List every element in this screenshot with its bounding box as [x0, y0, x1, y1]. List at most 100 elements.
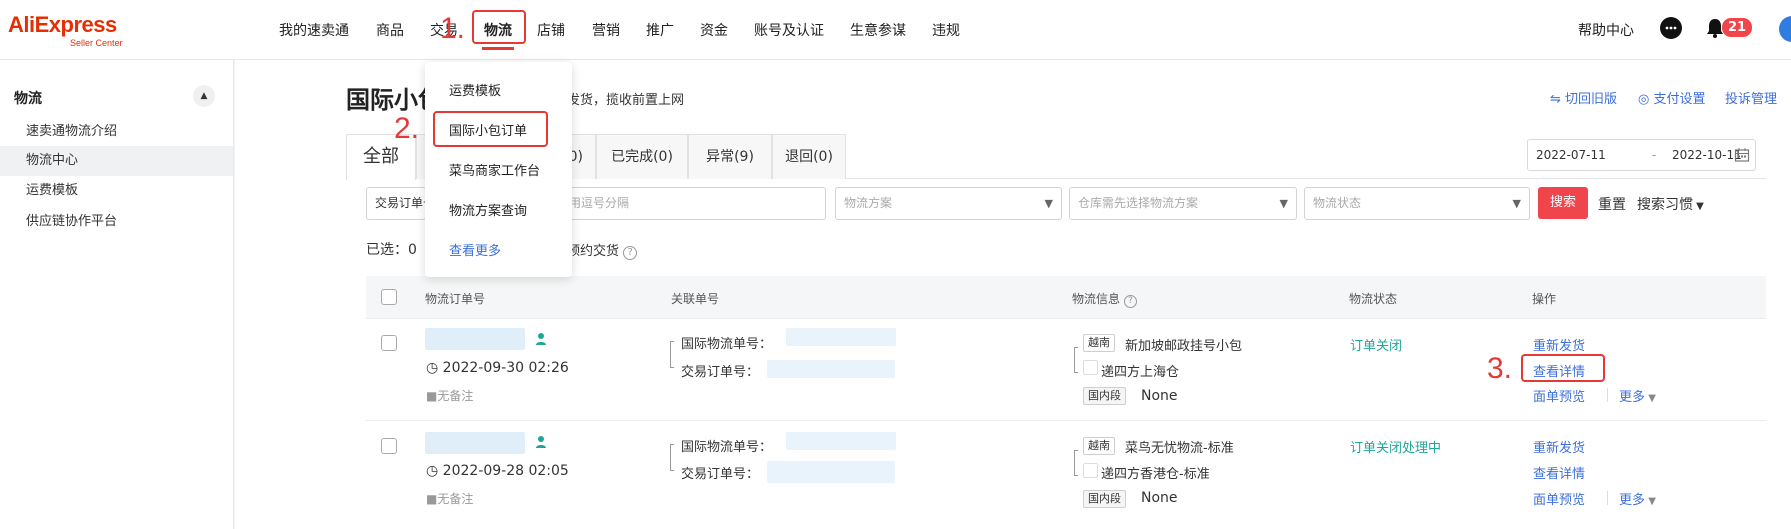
domestic-tag: 国内段: [1083, 490, 1126, 508]
tree-bracket: [670, 341, 674, 368]
intl-parcel-orders-highlight: [433, 111, 548, 147]
logistics-status-select[interactable]: 物流状态 ▼: [1304, 187, 1530, 220]
redacted-order-number: [425, 432, 525, 454]
help-icon[interactable]: ?: [1123, 295, 1137, 308]
row-checkbox[interactable]: [381, 438, 397, 454]
sidebar: 物流 ▲ 速卖通物流介绍 物流中心 运费模板 供应链协作平台: [0, 60, 234, 529]
order-number-placeholder: 用逗号分隔: [569, 196, 630, 210]
logistics-status: 订单关闭处理中: [1350, 441, 1442, 456]
caret-down-icon: ▼: [1693, 201, 1704, 212]
tree-bracket: [1074, 347, 1078, 373]
help-center-link[interactable]: 帮助中心: [1578, 20, 1634, 40]
buyer-icon[interactable]: [535, 435, 547, 449]
caret-down-icon: ▼: [1645, 393, 1656, 404]
caret-down-icon: ▼: [1512, 197, 1521, 210]
view-details-link[interactable]: 查看详情: [1533, 463, 1585, 482]
logistics-plan-select[interactable]: 物流方案 ▼: [835, 187, 1062, 220]
buyer-icon[interactable]: [535, 332, 547, 346]
clock-icon: ◷: [426, 463, 443, 479]
reship-link[interactable]: 重新发货: [1533, 335, 1585, 354]
order-note-label: 无备注: [437, 389, 474, 403]
tree-bracket: [1074, 450, 1078, 476]
payment-settings-link[interactable]: ◎ 支付设置: [1638, 88, 1706, 107]
order-number-input[interactable]: 用逗号分隔: [560, 187, 826, 220]
nav-funds[interactable]: 资金: [700, 20, 728, 40]
label-preview-link[interactable]: 面单预览: [1533, 386, 1585, 405]
dropdown-item-cainiao-workbench[interactable]: 菜鸟商家工作台: [449, 160, 540, 179]
help-icon[interactable]: ?: [623, 246, 638, 260]
switch-old-version-label: 切回旧版: [1565, 92, 1618, 107]
tab-exception[interactable]: 异常(9): [688, 134, 772, 179]
column-header: 物流信息 ?: [1072, 290, 1137, 308]
warehouse-icon: [1083, 463, 1098, 478]
reset-button[interactable]: 重置: [1598, 194, 1626, 214]
trade-order-label: 交易订单号：: [681, 365, 760, 380]
warehouse-placeholder: 仓库需先选择物流方案: [1078, 196, 1199, 210]
step-3-annotation: 3.: [1487, 352, 1513, 385]
column-header: 物流订单号: [425, 292, 486, 306]
nav-products[interactable]: 商品: [376, 20, 404, 40]
logo-subtitle: Seller Center: [70, 38, 123, 48]
tab-completed[interactable]: 已完成(0): [596, 134, 688, 179]
settings-icon: ◎: [1638, 92, 1654, 107]
more-actions-dropdown[interactable]: 更多 ▼: [1619, 489, 1656, 508]
order-note[interactable]: ■无备注: [426, 490, 473, 507]
nav-my-aliexpress[interactable]: 我的速卖通: [279, 20, 349, 40]
order-note[interactable]: ■无备注: [426, 387, 473, 404]
logistics-plan-placeholder: 物流方案: [844, 196, 893, 210]
country-tag: 越南: [1083, 334, 1115, 352]
date-start: 2022-07-11: [1536, 148, 1606, 162]
nav-promotion[interactable]: 推广: [646, 20, 674, 40]
sidebar-item-logistics-intro[interactable]: 速卖通物流介绍: [0, 117, 233, 147]
dropdown-item-shipping-template[interactable]: 运费模板: [449, 80, 501, 99]
aliexpress-logo[interactable]: AliExpress Seller Center: [8, 12, 123, 48]
nav-marketing[interactable]: 营销: [592, 20, 620, 40]
booking-delivery-link[interactable]: 预约交货 ?: [567, 240, 638, 260]
column-header: 物流状态: [1349, 292, 1398, 306]
nav-account[interactable]: 账号及认证: [754, 20, 824, 40]
switch-old-version-link[interactable]: ⇋ 切回旧版: [1550, 88, 1617, 107]
dropdown-item-logistics-plan-query[interactable]: 物流方案查询: [449, 200, 527, 219]
sidebar-item-supply-chain[interactable]: 供应链协作平台: [0, 207, 233, 237]
domestic-value: None: [1141, 490, 1178, 506]
logo-text: AliExpress: [8, 12, 117, 37]
more-actions-dropdown[interactable]: 更多 ▼: [1619, 386, 1656, 405]
nav-business-advisor[interactable]: 生意参谋: [850, 20, 906, 40]
order-note-label: 无备注: [437, 492, 474, 506]
date-range-picker[interactable]: 2022-07-11 - 2022-10-11: [1527, 139, 1756, 171]
dropdown-item-view-more[interactable]: 查看更多: [449, 240, 501, 259]
sidebar-item-shipping-template[interactable]: 运费模板: [0, 176, 233, 206]
select-all-checkbox[interactable]: [381, 289, 397, 305]
nav-store[interactable]: 店铺: [537, 20, 565, 40]
chat-icon[interactable]: [1660, 17, 1682, 39]
country-tag: 越南: [1083, 437, 1115, 455]
search-habit-dropdown[interactable]: 搜索习惯 ▼: [1637, 194, 1704, 214]
search-habit-label: 搜索习惯: [1637, 197, 1693, 213]
nav-violations[interactable]: 违规: [932, 20, 960, 40]
label-preview-link[interactable]: 面单预览: [1533, 489, 1585, 508]
action-separator: [1607, 388, 1608, 402]
sidebar-item-logistics-center[interactable]: 物流中心: [0, 146, 233, 176]
trade-order-label: 交易订单号：: [681, 467, 760, 482]
nav-logistics-highlight: [472, 10, 526, 44]
user-avatar[interactable]: [1779, 16, 1791, 42]
sidebar-collapse-icon[interactable]: ▲: [193, 85, 215, 107]
order-time: ◷ 2022-09-30 02:26: [426, 360, 569, 376]
order-type-select[interactable]: 交易订单号: [366, 187, 426, 220]
complaint-management-link[interactable]: 投诉管理: [1725, 88, 1777, 107]
intl-tracking-label: 国际物流单号：: [681, 337, 773, 352]
tab-returned[interactable]: 退回(0): [772, 134, 846, 179]
order-time: ◷ 2022-09-28 02:05: [426, 463, 569, 479]
redacted-order-number: [425, 328, 525, 350]
booking-delivery-label: 预约交货: [567, 244, 620, 259]
top-navigation: AliExpress Seller Center 我的速卖通 商品 交易 物流 …: [0, 0, 1791, 60]
warehouse-select[interactable]: 仓库需先选择物流方案 ▼: [1069, 187, 1297, 220]
reship-link[interactable]: 重新发货: [1533, 437, 1585, 456]
calendar-icon[interactable]: [1734, 147, 1750, 163]
search-button[interactable]: 搜索: [1538, 187, 1588, 219]
row-checkbox[interactable]: [381, 335, 397, 351]
redacted-trade-number: [767, 360, 895, 378]
tree-bracket: [670, 444, 674, 471]
domestic-value: None: [1141, 388, 1178, 404]
selected-count: 已选：0: [366, 242, 417, 258]
